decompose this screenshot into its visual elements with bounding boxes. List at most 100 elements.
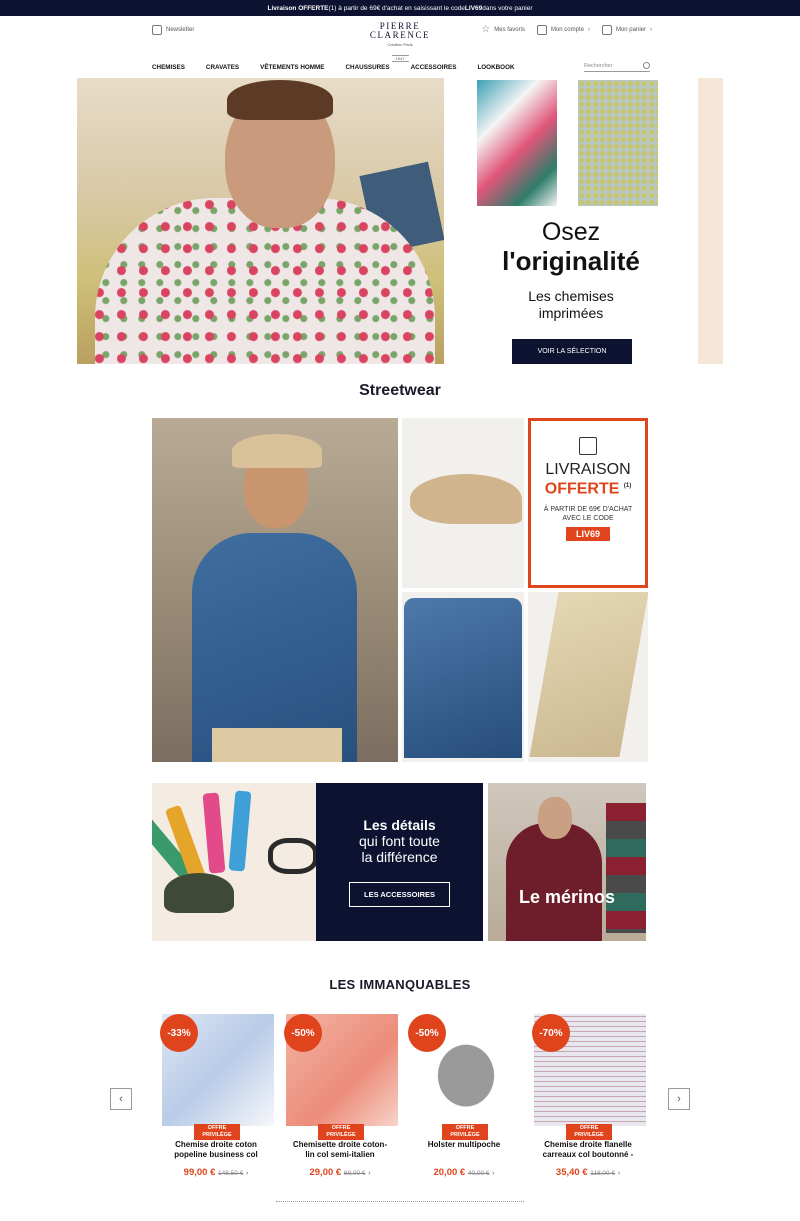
search-input[interactable]: Rechercher <box>584 62 650 72</box>
product-name[interactable]: Holster multipoche <box>404 1140 524 1150</box>
nav-item-lookbook[interactable]: LOOKBOOK <box>477 64 514 71</box>
product-name-1: Chemise droite flanelle <box>544 1140 632 1149</box>
immanquables-heading: LES IMMANQUABLES <box>329 977 471 992</box>
hero-subtitle: Les chemises imprimées <box>444 288 698 322</box>
promo-line2: OFFERTE (1) <box>531 478 645 497</box>
accessories-row: Les détails qui font toute la différence… <box>152 783 646 941</box>
chino-pants-tile[interactable] <box>528 592 648 762</box>
hero-side-strip <box>698 78 723 364</box>
price-current: 99,00 € <box>183 1167 216 1178</box>
offer-line2: PRIVILÈGE <box>574 1132 604 1138</box>
streetwear-grid: LIVRAISON OFFERTE (1) À PARTIR DE 69€ D'… <box>152 418 648 762</box>
main-nav: CHEMISES CRAVATES VÊTEMENTS HOMME CHAUSS… <box>0 60 800 78</box>
discount-badge: -50% <box>408 1014 446 1052</box>
accessories-image[interactable] <box>152 783 316 941</box>
nav-item-cravates[interactable]: CRAVATES <box>206 64 239 71</box>
carousel-prev-button[interactable]: ‹ <box>110 1088 132 1110</box>
accessories-button[interactable]: LES ACCESSOIRES <box>349 882 450 907</box>
product-name-2: carreaux col boutonné - <box>542 1150 634 1159</box>
cap-tile[interactable] <box>402 418 524 588</box>
accessories-line2: qui font toute <box>359 833 440 849</box>
discount-badge: -70% <box>532 1014 570 1052</box>
cart-label: Mon panier <box>615 27 646 33</box>
carousel-next-button[interactable]: › <box>668 1088 690 1110</box>
hero-model-image <box>77 78 444 364</box>
streetwear-model-tile[interactable] <box>152 418 398 762</box>
newsletter-label: Newsletter <box>166 27 195 33</box>
promo-line1: LIVRAISON <box>545 461 631 478</box>
product-name-2: popeline business col <box>174 1150 258 1159</box>
brand-logo[interactable]: PIERRE CLARENCE Création Paris 1947 <box>370 22 430 65</box>
star-icon: ☆ <box>481 24 491 35</box>
offer-line2: PRIVILÈGE <box>450 1132 480 1138</box>
printed-shirt-image-2 <box>578 80 658 206</box>
accessories-line1: Les détails <box>363 817 436 833</box>
product-card[interactable]: -50% OFFRE PRIVILÈGE Chemisette droite co… <box>280 1012 400 1182</box>
favorites-link[interactable]: ☆ Mes favoris <box>481 25 525 35</box>
streetwear-heading: Streetwear <box>359 382 441 399</box>
nav-item-chaussures[interactable]: CHAUSSURES <box>346 64 390 71</box>
discount-badge: -33% <box>160 1014 198 1052</box>
product-card[interactable]: -50% OFFRE PRIVILÈGE Holster multipoche 2… <box>404 1012 524 1182</box>
promo-line4: AVEC LE CODE <box>562 515 614 523</box>
product-carousel: -33% OFFRE PRIVILÈGE Chemise droite coton… <box>156 1012 648 1182</box>
hero-subtitle-2: imprimées <box>538 305 604 321</box>
accessories-promo: Les détails qui font toute la différence… <box>316 783 483 941</box>
nav-item-accessoires[interactable]: ACCESSOIRES <box>411 64 457 71</box>
chevron-right-icon: › <box>368 1170 371 1177</box>
price-old: 69,00 € <box>343 1170 366 1177</box>
view-selection-button[interactable]: VOIR LA SÉLECTION <box>512 339 632 364</box>
discount-badge: -50% <box>284 1014 322 1052</box>
promo-line3: À PARTIR DE 69€ D'ACHAT <box>543 506 633 514</box>
search-icon[interactable] <box>643 62 650 69</box>
account-label: Mon compte <box>550 27 584 33</box>
product-name-1: Holster multipoche <box>427 1140 501 1149</box>
nav-item-chemises[interactable]: CHEMISES <box>152 64 185 71</box>
logo-line2: CLARENCE <box>369 30 431 40</box>
product-name-2: lin col semi-italien <box>305 1150 375 1159</box>
denim-jacket-tile[interactable] <box>402 592 524 762</box>
product-price: 99,00 € 148,50 € › <box>156 1167 276 1178</box>
newsletter-link[interactable]: Newsletter <box>152 25 194 35</box>
product-price: 20,00 € 40,00 € › <box>404 1167 524 1178</box>
product-card[interactable]: -33% OFFRE PRIVILÈGE Chemise droite coton… <box>156 1012 276 1182</box>
product-price: 29,00 € 69,00 € › <box>280 1167 400 1178</box>
product-card[interactable]: -70% OFFRE PRIVILÈGE Chemise droite flane… <box>528 1012 648 1182</box>
offer-line1: OFFRE <box>579 1125 599 1131</box>
offer-line2: PRIVILÈGE <box>326 1132 356 1138</box>
product-name-1: Chemise droite coton <box>175 1140 257 1149</box>
cart-link[interactable]: Mon panier › <box>601 25 652 35</box>
offer-tag: OFFRE PRIVILÈGE <box>442 1124 488 1140</box>
free-delivery-promo[interactable]: LIVRAISON OFFERTE (1) À PARTIR DE 69€ D'… <box>528 418 648 588</box>
offer-line1: OFFRE <box>331 1125 351 1131</box>
promo-sup: (1) <box>623 483 632 489</box>
topbar-tail: dans votre panier <box>482 4 533 12</box>
chevron-right-icon: › <box>245 1170 249 1177</box>
hero-title-2: l'originalité <box>502 246 640 276</box>
offer-line1: OFFRE <box>455 1125 475 1131</box>
hero-title-1: Osez <box>541 218 601 246</box>
hero-subtitle-1: Les chemises <box>528 288 614 304</box>
product-name-1: Chemisette droite coton- <box>292 1140 388 1149</box>
site-header: Newsletter PIERRE CLARENCE Création Pari… <box>0 16 800 62</box>
section-divider <box>276 1201 524 1202</box>
price-old: 118,00 € <box>590 1170 616 1177</box>
offer-tag: OFFRE PRIVILÈGE <box>318 1124 364 1140</box>
nav-item-vetements[interactable]: VÊTEMENTS HOMME <box>260 64 324 71</box>
price-old: 148,50 € <box>218 1170 244 1177</box>
merino-tile[interactable]: Le mérinos <box>488 783 646 941</box>
product-name[interactable]: Chemisette droite coton-lin col semi-ita… <box>280 1140 400 1160</box>
product-name[interactable]: Chemise droite coton popeline business co… <box>156 1140 276 1160</box>
search-placeholder: Rechercher <box>584 63 613 69</box>
hero-content: Osez l'originalité Les chemises imprimée… <box>444 78 698 364</box>
product-name[interactable]: Chemise droite flanelle carreaux col bout… <box>528 1140 648 1160</box>
printed-shirt-image-1 <box>477 80 557 206</box>
account-link[interactable]: Mon compte › <box>536 25 590 35</box>
hero-banner[interactable]: Osez l'originalité Les chemises imprimée… <box>77 78 723 364</box>
mail-icon <box>152 25 162 35</box>
accessories-line3: la différence <box>361 849 438 865</box>
topbar-code: LIV69 <box>464 4 483 12</box>
offer-tag: OFFRE PRIVILÈGE <box>566 1124 612 1140</box>
product-price: 35,40 € 118,00 € › <box>528 1167 648 1178</box>
chevron-right-icon: › <box>617 1170 621 1177</box>
